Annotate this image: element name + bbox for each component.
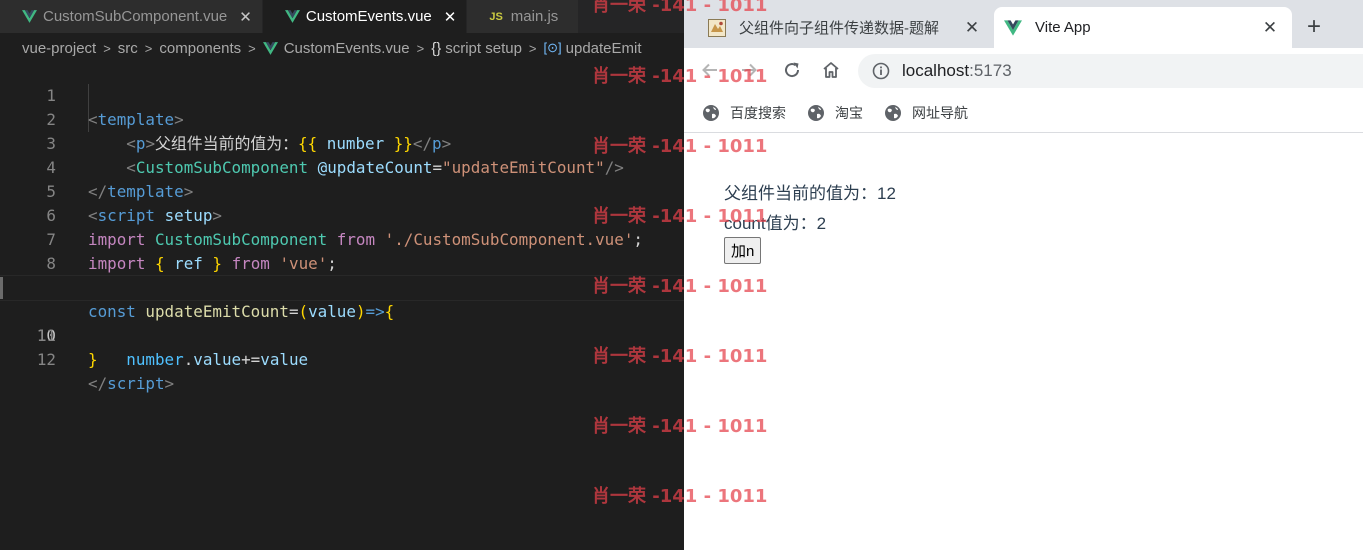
bookmark-baidu[interactable]: 百度搜索 — [702, 103, 786, 123]
browser-tab-solution[interactable]: 父组件向子组件传递数据-题解 ✕ — [698, 7, 994, 48]
browser-tab-title: 父组件向子组件传递数据-题解 — [739, 20, 939, 37]
breadcrumb: vue-project > src > components > CustomE… — [0, 36, 684, 60]
vue-logo-icon — [22, 10, 37, 23]
code-line: 4 </template> — [0, 132, 684, 201]
close-icon[interactable]: ✕ — [1260, 18, 1280, 38]
url-host: localhost — [902, 61, 970, 80]
bookmarks-bar: 百度搜索 淘宝 网址导航 — [684, 93, 1363, 133]
bookmark-taobao[interactable]: 淘宝 — [807, 103, 863, 123]
chevron-right-icon: > — [416, 40, 425, 56]
editor-tab-label: main.js — [510, 8, 559, 25]
info-icon — [872, 62, 890, 80]
chevron-right-icon: > — [103, 40, 111, 56]
page-content: 父组件当前的值为：12 count值为：2 加n — [684, 134, 1363, 550]
arrow-left-icon — [702, 63, 717, 77]
address-bar[interactable]: localhost:5173 — [858, 54, 1363, 88]
browser-tab-title: Vite App — [1035, 19, 1091, 36]
bookmark-label: 淘宝 — [835, 104, 863, 121]
vue-logo-icon — [262, 41, 278, 55]
breadcrumb-src[interactable]: src — [118, 40, 138, 57]
url-port: :5173 — [969, 61, 1012, 80]
url-text: localhost:5173 — [902, 61, 1012, 81]
parent-value-text: 父组件当前的值为：12 — [724, 184, 896, 203]
add-n-button[interactable]: 加n — [724, 237, 762, 264]
back-button[interactable] — [698, 58, 722, 82]
editor-tab-bar: CustomSubComponent.vue ✕ CustomEvents.vu… — [0, 0, 684, 33]
braces-icon: {} — [431, 39, 442, 57]
globe-icon — [885, 104, 901, 121]
code-line: 6 import CustomSubComponent from './Cust… — [0, 180, 684, 249]
forward-button[interactable] — [737, 58, 761, 82]
browser-tab-strip: 父组件向子组件传递数据-题解 ✕ Vite App ✕ + — [684, 0, 1363, 48]
method-icon: [⊙] — [543, 40, 562, 55]
browser-tab-vite-app[interactable]: Vite App ✕ — [994, 7, 1292, 48]
code-line: 1 <template> — [0, 60, 684, 129]
chevron-right-icon: > — [528, 40, 537, 56]
code-line: 7 import { ref } from 'vue'; — [0, 204, 684, 273]
code-line-text: </script> — [88, 374, 175, 393]
code-editor: CustomSubComponent.vue ✕ CustomEvents.vu… — [0, 0, 684, 550]
document-thumbnail-icon — [708, 18, 726, 37]
code-line-text: number.value+=value — [126, 350, 309, 369]
vue-logo-icon — [1004, 19, 1022, 36]
js-file-icon: JS — [489, 10, 503, 23]
browser-window: 父组件向子组件传递数据-题解 ✕ Vite App ✕ + localhost:… — [684, 0, 1363, 550]
breadcrumb-section[interactable]: script setup — [445, 40, 522, 57]
breadcrumb-project[interactable]: vue-project — [22, 40, 96, 57]
code-area[interactable]: 1 <template> 2 <p>父组件当前的值为：{{ number }}<… — [0, 60, 684, 393]
editor-tab-main-js[interactable]: JS main.js — [467, 0, 580, 33]
close-icon[interactable]: ✕ — [239, 8, 252, 26]
chevron-right-icon: > — [248, 40, 256, 56]
bookmark-label: 网址导航 — [912, 104, 968, 121]
editor-tab-custom-sub-component[interactable]: CustomSubComponent.vue ✕ — [0, 0, 263, 33]
editor-tab-custom-events[interactable]: CustomEvents.vue ✕ — [262, 0, 468, 33]
close-icon[interactable]: ✕ — [444, 8, 457, 26]
reload-icon — [785, 62, 800, 78]
vue-logo-icon — [284, 10, 300, 23]
code-line-text: } — [88, 350, 98, 369]
globe-icon — [808, 104, 824, 121]
code-line: 9 const updateEmitCount=(value)=>{ — [0, 252, 684, 321]
breadcrumb-components[interactable]: components — [159, 40, 241, 57]
code-line: 12 </script> — [0, 324, 684, 393]
new-tab-button[interactable]: + — [1307, 13, 1321, 41]
reload-button[interactable] — [780, 58, 804, 82]
home-button[interactable] — [819, 58, 843, 82]
code-line: 3 <CustomSubComponent @updateCount="upda… — [0, 108, 684, 177]
code-line-current: 10 number.value+=value — [0, 275, 684, 369]
arrow-right-icon — [742, 63, 757, 77]
code-line: 5 <script setup> — [0, 156, 684, 225]
editor-tab-label: CustomSubComponent.vue — [43, 8, 228, 25]
home-icon — [823, 62, 839, 78]
line-number: 12 — [36, 350, 56, 369]
code-line: 2 <p>父组件当前的值为：{{ number }}</p> — [0, 84, 684, 153]
breadcrumb-method[interactable]: updateEmit — [566, 40, 642, 57]
bookmark-nav[interactable]: 网址导航 — [884, 103, 968, 123]
browser-toolbar: localhost:5173 — [684, 48, 1363, 93]
code-line: 11 } — [0, 300, 684, 369]
count-value-text: count值为：2 — [724, 214, 827, 233]
chevron-right-icon: > — [144, 40, 153, 56]
current-line-marker — [0, 277, 3, 299]
editor-tab-label: CustomEvents.vue — [305, 8, 432, 25]
globe-icon — [703, 104, 719, 121]
close-icon[interactable]: ✕ — [962, 18, 982, 38]
code-line: 8 const number = ref(10) — [0, 228, 684, 297]
breadcrumb-file[interactable]: CustomEvents.vue — [284, 40, 410, 57]
bookmark-label: 百度搜索 — [730, 104, 786, 121]
